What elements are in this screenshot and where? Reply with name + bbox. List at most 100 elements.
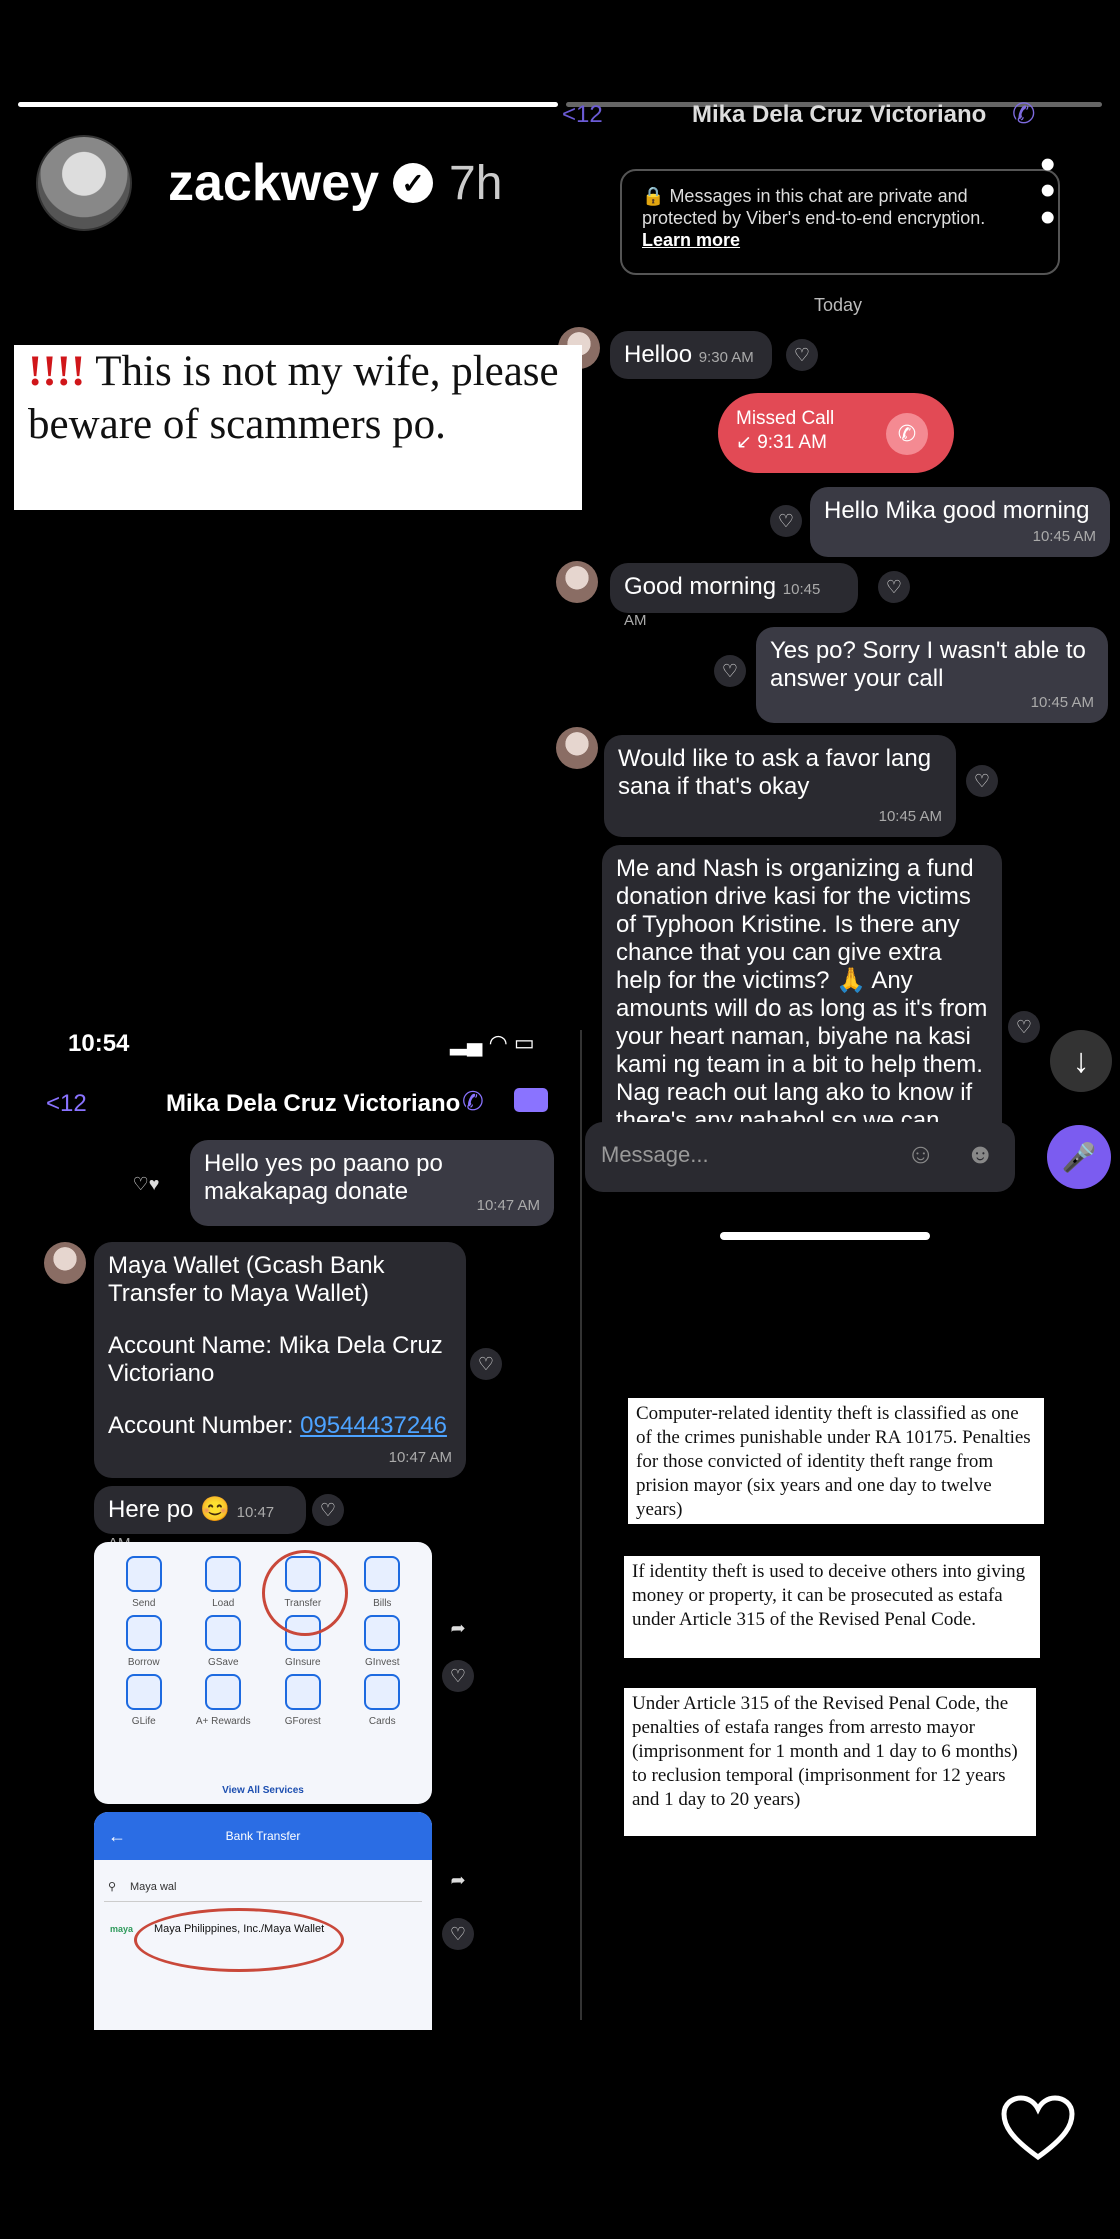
app-tile-label: Cards xyxy=(368,1716,396,1727)
message-bubble: Here po 😊 10:47 AM xyxy=(94,1486,306,1552)
encryption-text: Messages in this chat are private and pr… xyxy=(642,186,986,228)
app-tile: Borrow xyxy=(104,1615,184,1668)
message-text: Me and Nash is organizing a fund donatio… xyxy=(616,855,988,1155)
back-count: 12 xyxy=(576,101,603,128)
life-icon xyxy=(125,1674,162,1710)
share-icon: ➦ xyxy=(450,1869,466,1890)
app-tile: GForest xyxy=(263,1674,343,1727)
app-tile-label: Load xyxy=(212,1598,235,1609)
message-text: Would like to ask a favor lang sana if t… xyxy=(618,745,932,800)
bank-transfer-title: Bank Transfer xyxy=(225,1829,301,1843)
app-tile: GInvest xyxy=(343,1615,423,1668)
missed-call-time: 9:31 AM xyxy=(757,432,827,453)
account-label: Account Number: xyxy=(108,1412,301,1439)
story-footer xyxy=(0,2030,1120,2239)
verified-badge-icon: ✓ xyxy=(393,163,434,203)
app-tile-label: GInvest xyxy=(365,1657,400,1668)
search-icon: ⚲ xyxy=(108,1881,117,1893)
message-time: 10:45 AM xyxy=(1032,528,1096,545)
load-icon xyxy=(205,1556,242,1592)
phone-icon: ✆ xyxy=(1012,98,1036,129)
avatar xyxy=(556,727,598,769)
bills-icon xyxy=(364,1556,401,1592)
story-header: zackwey ✓ 7h xyxy=(36,135,502,231)
story-viewer[interactable]: <12 Mika Dela Cruz Victoriano ✆ 🔒 Messag… xyxy=(0,40,1120,2030)
app-tile: Send xyxy=(104,1556,184,1609)
message-text: Account Name: Mika Dela Cruz Victoriano xyxy=(108,1332,443,1387)
warning-bangs: !!!! xyxy=(28,348,86,395)
legal-notice: If identity theft is used to deceive oth… xyxy=(624,1556,1040,1658)
piggy-bank-icon xyxy=(205,1615,242,1651)
message-time: 10:45 AM xyxy=(1030,694,1094,711)
app-tile-label: Send xyxy=(132,1598,156,1609)
message-time: 10:47 AM xyxy=(388,1449,452,1466)
send-icon xyxy=(125,1556,162,1592)
message-bubble: Good morning 10:45 AM xyxy=(610,563,858,629)
message-text: Hello Mika good morning xyxy=(824,497,1090,524)
message-bubble: Would like to ask a favor lang sana if t… xyxy=(604,735,956,837)
app-tile-label: GForest xyxy=(284,1716,321,1727)
emoji-icon: ☺ xyxy=(906,1138,935,1169)
warning-text: This is not my wife, please beware of sc… xyxy=(28,348,559,448)
heart-icon: ♡ xyxy=(470,1348,502,1380)
message-input: Message... ☺ ☻ xyxy=(585,1122,1015,1192)
sticker-icon: ☻ xyxy=(965,1138,995,1169)
borrow-icon xyxy=(125,1615,162,1651)
message-bubble-outgoing: Hello Mika good morning 10:45 AM xyxy=(810,487,1110,557)
status-icons: ▂▄ ◠ ▭ xyxy=(450,1030,535,1055)
app-screenshot-bank-transfer: ← Bank Transfer ⚲ Maya wal maya Maya Philip… xyxy=(94,1812,432,2030)
app-tile-label: GInsure xyxy=(284,1657,321,1668)
message-text: Hello yes po paano po makakapag donate xyxy=(204,1150,443,1205)
leaf-icon xyxy=(284,1674,321,1710)
divider xyxy=(580,1030,582,2020)
date-divider: Today xyxy=(814,295,863,315)
heart-icon: ♡ xyxy=(1008,1011,1040,1043)
message-text: Good morning xyxy=(624,573,777,600)
account-number-line: Account Number: 09544437246 xyxy=(108,1412,452,1440)
video-icon xyxy=(514,1088,548,1112)
lock-icon: 🔒 xyxy=(642,186,665,206)
scroll-down-button: ↓ xyxy=(1050,1030,1112,1092)
highlight-circle xyxy=(262,1550,348,1636)
avatar xyxy=(44,1242,86,1284)
message-time: 10:47 AM xyxy=(476,1197,540,1214)
legal-notice: Computer-related identity theft is class… xyxy=(628,1398,1044,1524)
encryption-notice: 🔒 Messages in this chat are private and … xyxy=(620,169,1060,275)
app-tile: GSave xyxy=(184,1615,264,1668)
share-icon: ➦ xyxy=(450,1617,466,1638)
message-text: Yes po? Sorry I wasn't able to answer yo… xyxy=(770,637,1086,692)
search-field: ⚲ Maya wal xyxy=(104,1872,422,1902)
phone-icon: ✆ xyxy=(886,413,928,455)
app-tile-label: A+ Rewards xyxy=(195,1716,251,1727)
heart-icon: ♡ xyxy=(966,765,998,797)
search-value: Maya wal xyxy=(130,1881,177,1893)
story-progress-active xyxy=(18,102,558,107)
avatar xyxy=(556,561,598,603)
message-bubble: Maya Wallet (Gcash Bank Transfer to Maya… xyxy=(94,1242,466,1478)
message-bubble: Helloo 9:30 AM xyxy=(610,331,772,379)
mic-icon: 🎤 xyxy=(1047,1125,1111,1189)
avatar[interactable] xyxy=(36,135,132,231)
app-tile: A+ Rewards xyxy=(184,1674,264,1727)
back-arrow-icon: ← xyxy=(108,1826,126,1846)
message-placeholder: Message... xyxy=(601,1142,709,1167)
learn-more-link: Learn more xyxy=(642,230,741,250)
like-heart-icon[interactable] xyxy=(1000,2095,1076,2161)
chat-screenshot-left: 10:54 ▂▄ ◠ ▭ <12 Mika Dela Cruz Victoria… xyxy=(30,1020,580,2030)
heart-icon: ♡♥ xyxy=(132,1173,160,1194)
contact-name: Mika Dela Cruz Victoriano xyxy=(166,1090,461,1117)
app-tile: GLife xyxy=(104,1674,184,1727)
more-options-icon[interactable]: • • • xyxy=(1040,142,1055,239)
app-screenshot-grid: Send Load Transfer Bills Borrow GSave GI… xyxy=(94,1542,432,1804)
heart-icon: ♡ xyxy=(878,571,910,603)
maya-logo: maya xyxy=(110,1924,134,1934)
username[interactable]: zackwey xyxy=(168,153,379,213)
phone-icon: ✆ xyxy=(462,1086,484,1116)
home-indicator xyxy=(720,1232,930,1240)
missed-call-bubble: Missed Call ↙ 9:31 AM ✆ xyxy=(718,393,954,473)
back-button: <12 xyxy=(46,1090,87,1117)
message-bubble: Me and Nash is organizing a fund donatio… xyxy=(602,845,1002,1155)
app-tile-label: GSave xyxy=(207,1657,239,1668)
heart-icon: ♡ xyxy=(312,1494,344,1526)
chat-header: <12 Mika Dela Cruz Victoriano ✆ xyxy=(552,95,1120,135)
